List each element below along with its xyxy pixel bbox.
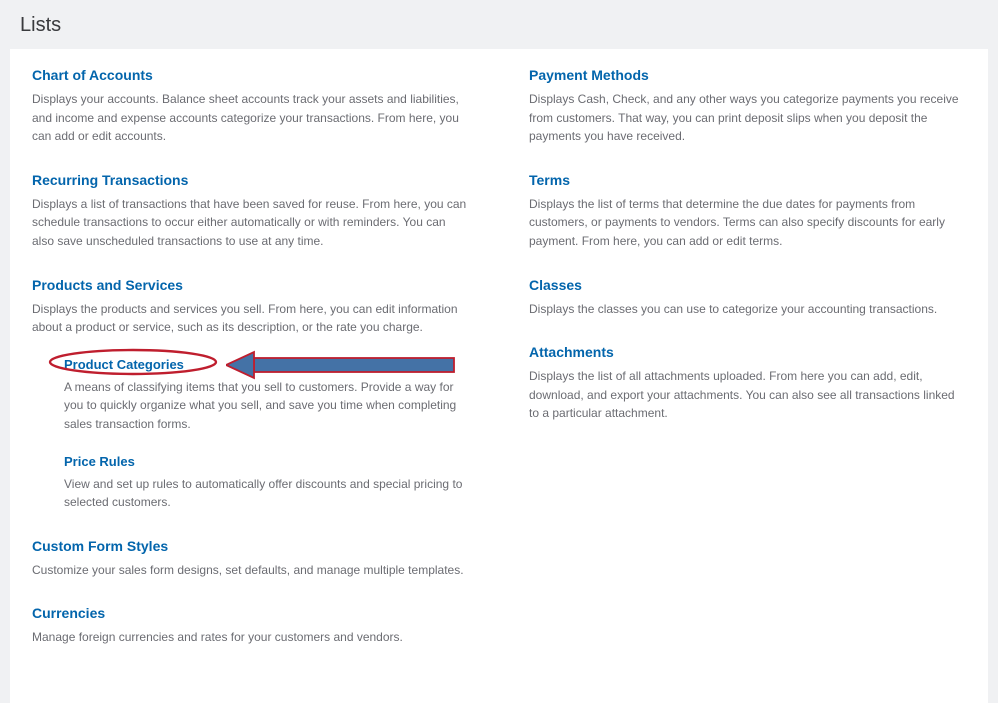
desc-chart-of-accounts: Displays your accounts. Balance sheet ac… [32,90,469,146]
left-column: Chart of Accounts Displays your accounts… [32,67,469,673]
section-classes: Classes Displays the classes you can use… [529,277,966,319]
desc-attachments: Displays the list of all attachments upl… [529,367,966,423]
desc-recurring-transactions: Displays a list of transactions that hav… [32,195,469,251]
link-products-services[interactable]: Products and Services [32,277,469,293]
section-recurring-transactions: Recurring Transactions Displays a list o… [32,172,469,251]
link-price-rules[interactable]: Price Rules [64,454,469,469]
right-column: Payment Methods Displays Cash, Check, an… [529,67,966,673]
section-custom-form-styles: Custom Form Styles Customize your sales … [32,538,469,580]
section-currencies: Currencies Manage foreign currencies and… [32,605,469,647]
section-attachments: Attachments Displays the list of all att… [529,344,966,423]
link-payment-methods[interactable]: Payment Methods [529,67,966,83]
link-terms[interactable]: Terms [529,172,966,188]
desc-product-categories: A means of classifying items that you se… [64,378,469,434]
desc-custom-form-styles: Customize your sales form designs, set d… [32,561,469,580]
link-attachments[interactable]: Attachments [529,344,966,360]
desc-terms: Displays the list of terms that determin… [529,195,966,251]
desc-products-services: Displays the products and services you s… [32,300,469,337]
desc-payment-methods: Displays Cash, Check, and any other ways… [529,90,966,146]
link-product-categories[interactable]: Product Categories [64,357,469,372]
desc-classes: Displays the classes you can use to cate… [529,300,966,319]
section-terms: Terms Displays the list of terms that de… [529,172,966,251]
section-chart-of-accounts: Chart of Accounts Displays your accounts… [32,67,469,146]
page-title: Lists [0,0,998,49]
subsection-price-rules: Price Rules View and set up rules to aut… [64,454,469,512]
section-payment-methods: Payment Methods Displays Cash, Check, an… [529,67,966,146]
link-currencies[interactable]: Currencies [32,605,469,621]
lists-container: Chart of Accounts Displays your accounts… [10,49,988,703]
subsection-product-categories: Product Categories A means of classifyin… [64,357,469,434]
section-products-services: Products and Services Displays the produ… [32,277,469,512]
link-chart-of-accounts[interactable]: Chart of Accounts [32,67,469,83]
link-classes[interactable]: Classes [529,277,966,293]
desc-price-rules: View and set up rules to automatically o… [64,475,469,512]
desc-currencies: Manage foreign currencies and rates for … [32,628,469,647]
link-recurring-transactions[interactable]: Recurring Transactions [32,172,469,188]
